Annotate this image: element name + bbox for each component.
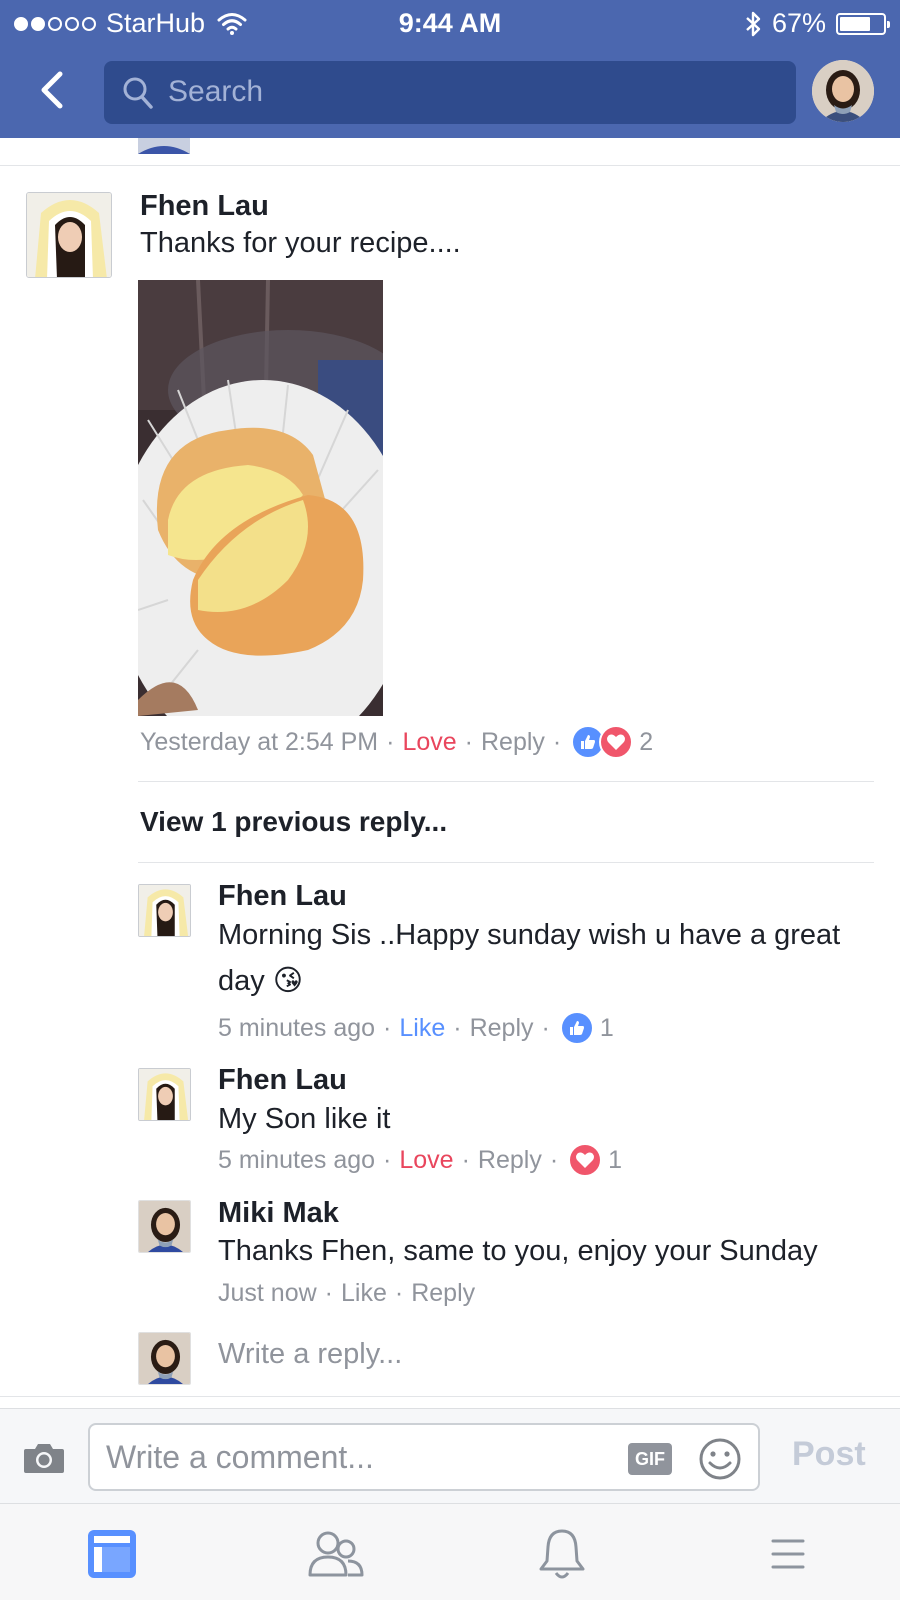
reply-timestamp[interactable]: Just now (218, 1279, 317, 1308)
reply-button[interactable]: Reply (470, 1014, 534, 1043)
status-right: 67% (744, 8, 890, 39)
profile-avatar[interactable] (812, 60, 874, 122)
reply-meta: Just now · Like · Reply (218, 1278, 476, 1308)
reaction-summary[interactable]: 1 (559, 1011, 614, 1045)
post-button[interactable]: Post (792, 1435, 866, 1474)
avatar[interactable] (26, 192, 112, 278)
news-feed-icon (88, 1530, 136, 1578)
reply-text: Thanks Fhen, same to you, enjoy your Sun… (218, 1235, 818, 1267)
battery-icon (836, 12, 890, 35)
chevron-left-icon[interactable] (34, 68, 74, 112)
comment-placeholder: Write a comment... (106, 1439, 374, 1475)
status-bar: StarHub 9:44 AM 67% (0, 0, 900, 44)
camera-icon[interactable] (22, 1441, 66, 1475)
search-placeholder: Search (168, 75, 264, 108)
divider (138, 781, 874, 782)
reply-author[interactable]: Miki Mak (218, 1197, 339, 1230)
love-reaction-icon (599, 725, 634, 759)
friends-icon (308, 1531, 364, 1577)
like-button[interactable]: Like (399, 1014, 445, 1043)
avatar (138, 1332, 191, 1385)
tab-news-feed[interactable] (82, 1526, 142, 1582)
view-previous-replies-link[interactable]: View 1 previous reply... (140, 806, 447, 838)
reply-author[interactable]: Fhen Lau (218, 1064, 347, 1097)
search-input[interactable]: Search (104, 61, 796, 124)
avatar[interactable] (138, 884, 191, 937)
top-bar: StarHub 9:44 AM 67% Search (0, 0, 900, 138)
love-reaction-icon (568, 1143, 603, 1177)
comment-meta: Yesterday at 2:54 PM · Love · Reply · 2 (140, 724, 653, 760)
reaction-summary[interactable]: 1 (568, 1143, 622, 1177)
reply-author[interactable]: Fhen Lau (218, 880, 347, 913)
reaction-summary[interactable]: 2 (571, 725, 653, 759)
reply-timestamp[interactable]: 5 minutes ago (218, 1014, 375, 1043)
reaction-count: 1 (599, 1013, 614, 1042)
divider (0, 1396, 900, 1397)
tab-friends[interactable] (306, 1526, 366, 1582)
cake-photo[interactable] (138, 280, 383, 716)
comment-input[interactable]: Write a comment... GIF (88, 1423, 760, 1491)
reaction-count: 1 (608, 1145, 623, 1174)
sticker-icon[interactable] (698, 1437, 742, 1481)
love-reaction-button[interactable]: Love (399, 1146, 453, 1175)
reply-text: My Son like it (218, 1103, 391, 1135)
comment-text: Thanks for your recipe.... (140, 227, 461, 259)
like-button[interactable]: Like (341, 1279, 387, 1308)
like-reaction-icon (559, 1011, 594, 1045)
comment-timestamp[interactable]: Yesterday at 2:54 PM (140, 728, 378, 757)
battery-percentage: 67% (771, 8, 826, 38)
reply-button[interactable]: Reply (481, 728, 545, 757)
reply-button[interactable]: Reply (411, 1279, 475, 1308)
write-reply-input[interactable]: Write a reply... (218, 1338, 402, 1371)
reply-meta: 5 minutes ago · Love · Reply · 1 (218, 1142, 622, 1178)
avatar[interactable] (138, 1068, 191, 1121)
reaction-count: 2 (639, 727, 654, 756)
tab-menu[interactable] (758, 1526, 818, 1582)
search-icon (123, 77, 153, 109)
tab-bar (0, 1504, 900, 1600)
avatar[interactable] (138, 1200, 191, 1253)
comment-composer: Write a comment... GIF Post (0, 1408, 900, 1504)
divider (138, 862, 874, 863)
menu-icon (771, 1539, 805, 1569)
reply-meta: 5 minutes ago · Like · Reply · 1 (218, 1010, 614, 1046)
divider (0, 165, 900, 166)
gif-button[interactable]: GIF (628, 1443, 672, 1475)
tab-notifications[interactable] (532, 1526, 592, 1582)
reply-button[interactable]: Reply (478, 1146, 542, 1175)
reply-text: Morning Sis ..Happy sunday wish u have a… (218, 919, 841, 997)
bluetooth-icon (746, 11, 761, 36)
comment-author[interactable]: Fhen Lau (140, 190, 269, 223)
notifications-icon (539, 1529, 585, 1579)
reply-timestamp[interactable]: 5 minutes ago (218, 1146, 375, 1175)
love-reaction-button[interactable]: Love (402, 728, 456, 757)
previous-reply-avatar-partial (138, 138, 190, 154)
